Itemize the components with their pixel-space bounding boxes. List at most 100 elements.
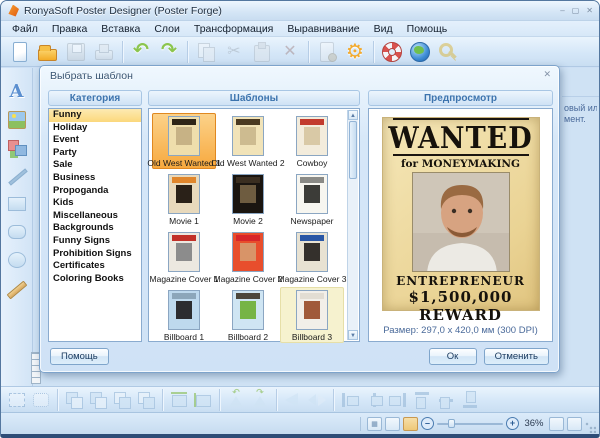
clipart-tool-icon[interactable] [5, 136, 29, 160]
bring-forward-icon[interactable] [87, 390, 109, 410]
category-item-holiday[interactable]: Holiday [49, 122, 141, 135]
new-document-icon[interactable] [8, 40, 32, 64]
template-thumbnail[interactable] [296, 116, 328, 156]
scrollbar-thumb[interactable] [349, 121, 357, 179]
delete-icon[interactable] [278, 40, 302, 64]
scroll-up-icon[interactable]: ▲ [348, 110, 358, 120]
template-thumbnail[interactable] [232, 116, 264, 156]
flip-vertical-icon[interactable] [306, 390, 328, 410]
paste-icon[interactable] [250, 40, 274, 64]
rotate-handles-icon[interactable] [30, 390, 52, 410]
text-tool-icon[interactable] [5, 80, 29, 104]
template-thumbnail[interactable] [232, 232, 264, 272]
category-item-business[interactable]: Business [49, 172, 141, 185]
menu-item-help[interactable]: Помощь [400, 22, 455, 36]
transform-handles-icon[interactable] [6, 390, 28, 410]
template-thumbnail[interactable] [232, 174, 264, 214]
cut-icon[interactable] [222, 40, 246, 64]
category-item-funny-signs[interactable]: Funny Signs [49, 235, 141, 248]
category-item-party[interactable]: Party [49, 147, 141, 160]
send-backward-icon[interactable] [111, 390, 133, 410]
flip-horizontal-icon[interactable] [282, 390, 304, 410]
zoom-slider-thumb[interactable] [448, 419, 455, 428]
dialog-close-icon[interactable]: ✕ [543, 69, 551, 80]
view-mode-active-icon[interactable] [403, 417, 418, 431]
help-button[interactable]: Помощь [50, 348, 109, 365]
category-item-backgrounds[interactable]: Backgrounds [49, 222, 141, 235]
category-item-funny[interactable]: Funny [49, 109, 141, 122]
ellipse-tool-icon[interactable] [5, 248, 29, 272]
send-to-back-icon[interactable] [135, 390, 157, 410]
category-item-propoganda[interactable]: Propoganda [49, 185, 141, 198]
category-item-miscellaneous[interactable]: Miscellaneous [49, 210, 141, 223]
settings-gear-icon[interactable] [343, 40, 367, 64]
template-magazine-cover-2[interactable]: Magazine Cover 2 [216, 229, 280, 285]
template-magazine-cover-1[interactable]: Magazine Cover 1 [152, 229, 216, 285]
copy-icon[interactable] [194, 40, 218, 64]
template-billboard-3[interactable]: Billboard 3 [280, 287, 344, 343]
template-billboard-1[interactable]: Billboard 1 [152, 287, 216, 343]
template-cowboy[interactable]: Cowboy [280, 113, 344, 169]
category-item-coloring-books[interactable]: Coloring Books [49, 273, 141, 286]
template-newspaper[interactable]: Newspaper [280, 171, 344, 227]
template-movie-1[interactable]: Movie 1 [152, 171, 216, 227]
print-icon[interactable] [92, 40, 116, 64]
align-center-icon[interactable] [363, 390, 385, 410]
template-thumbnail[interactable] [168, 174, 200, 214]
undo-icon[interactable] [129, 40, 153, 64]
zoom-out-button[interactable]: – [421, 417, 434, 430]
menu-item-alignment[interactable]: Выравнивание [280, 22, 366, 36]
rounded-rectangle-tool-icon[interactable] [5, 220, 29, 244]
menu-item-insert[interactable]: Вставка [94, 22, 147, 36]
template-thumbnail[interactable] [296, 290, 328, 330]
align-bottom-icon[interactable] [460, 389, 480, 411]
menu-item-layers[interactable]: Слои [147, 22, 187, 36]
rotate-right-icon[interactable] [249, 390, 271, 410]
redo-icon[interactable] [157, 40, 181, 64]
scroll-down-icon[interactable]: ▼ [348, 330, 358, 340]
web-globe-icon[interactable] [408, 40, 432, 64]
rotate-left-icon[interactable] [225, 390, 247, 410]
export-icon[interactable] [315, 40, 339, 64]
category-item-prohibition-signs[interactable]: Prohibition Signs [49, 248, 141, 261]
templates-scrollbar[interactable]: ▲ ▼ [347, 110, 358, 340]
rectangle-tool-icon[interactable] [5, 192, 29, 216]
pencil-tool-icon[interactable] [5, 276, 29, 300]
template-movie-2[interactable]: Movie 2 [216, 171, 280, 227]
category-item-event[interactable]: Event [49, 134, 141, 147]
template-thumbnail[interactable] [168, 232, 200, 272]
menu-item-file[interactable]: Файл [5, 22, 45, 36]
title-bar[interactable]: RonyaSoft Poster Designer (Poster Forge)… [1, 1, 599, 21]
category-item-kids[interactable]: Kids [49, 197, 141, 210]
fit-page-icon[interactable] [549, 417, 564, 431]
maximize-button[interactable]: ▢ [572, 6, 580, 16]
view-mode-grid-icon[interactable]: ▦ [367, 417, 382, 431]
template-thumbnail[interactable] [168, 290, 200, 330]
center-horizontally-icon[interactable] [168, 390, 190, 410]
save-icon[interactable] [64, 40, 88, 64]
template-thumbnail[interactable] [232, 290, 264, 330]
template-thumbnail[interactable] [168, 116, 200, 156]
minimize-button[interactable]: – [560, 6, 564, 16]
resize-grip[interactable] [585, 422, 596, 433]
menu-item-transform[interactable]: Трансформация [187, 22, 281, 36]
center-vertically-icon[interactable] [192, 390, 214, 410]
align-right-icon[interactable] [387, 390, 409, 410]
cancel-button[interactable]: Отменить [484, 348, 549, 365]
template-thumbnail[interactable] [296, 174, 328, 214]
help-lifebuoy-icon[interactable] [380, 40, 404, 64]
open-folder-icon[interactable] [36, 40, 60, 64]
template-billboard-2[interactable]: Billboard 2 [216, 287, 280, 343]
license-key-icon[interactable] [436, 40, 460, 64]
align-middle-icon[interactable] [436, 389, 456, 411]
category-item-certificates[interactable]: Certificates [49, 260, 141, 273]
zoom-slider[interactable] [437, 418, 503, 429]
ok-button[interactable]: Ок [429, 348, 477, 365]
template-old-west-wanted-2[interactable]: Old West Wanted 2 [216, 113, 280, 169]
align-top-icon[interactable] [412, 389, 432, 411]
category-item-sale[interactable]: Sale [49, 159, 141, 172]
line-tool-icon[interactable] [5, 164, 29, 188]
template-magazine-cover-3[interactable]: Magazine Cover 3 [280, 229, 344, 285]
image-tool-icon[interactable] [5, 108, 29, 132]
bring-to-front-icon[interactable] [63, 390, 85, 410]
